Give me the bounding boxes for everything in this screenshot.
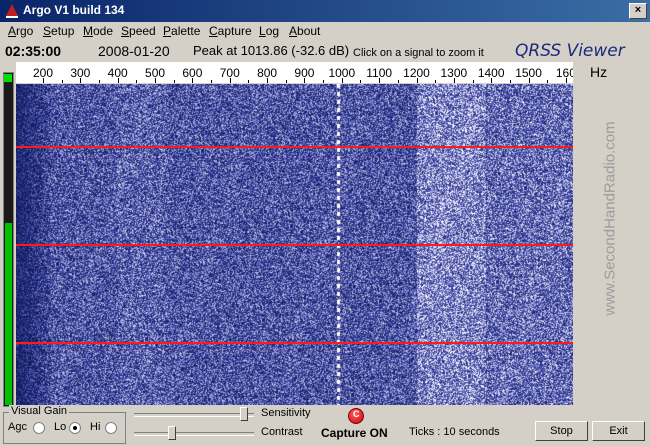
ruler-minor-tick [61, 80, 63, 83]
menu-item-accel: M [83, 24, 93, 38]
contrast-label: Contrast [261, 426, 303, 438]
marker-line [16, 244, 573, 246]
menu-item[interactable]: Setup [43, 24, 74, 38]
menu-item-accel: S [121, 24, 130, 38]
window-title: Argo V1 build 134 [23, 3, 125, 17]
close-button[interactable]: × [629, 3, 647, 19]
peak-readout: Peak at 1013.86 (-32.6 dB) [193, 43, 350, 58]
hi-radio[interactable] [105, 422, 117, 434]
ruler-tick [341, 78, 343, 83]
ruler-minor-tick [211, 80, 213, 83]
capture-indicator[interactable]: C [348, 408, 364, 424]
ruler-tick [117, 78, 119, 83]
ruler-minor-tick [248, 80, 250, 83]
ruler-tick [304, 78, 306, 83]
sensitivity-label: Sensitivity [261, 407, 311, 419]
menu-item-accel: L [259, 24, 266, 38]
ruler-tick [192, 78, 194, 83]
ruler-tick [491, 78, 493, 83]
lo-label: Lo [54, 421, 67, 433]
ruler-tick [155, 78, 157, 83]
ruler-minor-tick [285, 80, 287, 83]
hi-label: Hi [90, 421, 101, 433]
current-time: 02:35:00 [5, 43, 62, 59]
menu-item-label: bout [297, 24, 321, 38]
agc-label: Agc [8, 421, 27, 433]
ruler-tick [453, 78, 455, 83]
menu-item[interactable]: Palette [163, 24, 200, 38]
menu-item-label: og [265, 24, 280, 38]
brand-logo: QRSS Viewer [515, 41, 625, 61]
menu-item-label: ode [93, 24, 114, 38]
ruler-tick [80, 78, 82, 83]
ruler-minor-tick [136, 80, 138, 83]
exit-button[interactable]: Exit [592, 421, 645, 441]
menu-item-accel: P [163, 24, 172, 38]
menu-item-label: apture [217, 24, 252, 38]
menu-item-accel: A [289, 24, 298, 38]
menu-item-accel: A [8, 24, 17, 38]
ruler-minor-tick [360, 80, 362, 83]
menu-item-label: alette [171, 24, 201, 38]
current-date: 2008-01-20 [98, 43, 170, 59]
argo-app-icon [6, 4, 18, 18]
ruler-minor-tick [509, 80, 511, 83]
capture-status: Capture ON [321, 426, 388, 440]
menu-item[interactable]: Log [259, 24, 279, 38]
ruler-tick [229, 78, 231, 83]
menu-item-accel: S [43, 24, 52, 38]
contrast-slider-track[interactable] [134, 432, 254, 436]
menu-item[interactable]: Argo [8, 24, 33, 38]
ruler-tick [528, 78, 530, 83]
frequency-ruler[interactable]: 200 300 400 500 600 700 800 900 1000 1100 1200 1300… [16, 62, 573, 83]
ruler-tick [565, 78, 567, 83]
level-meter-fill [5, 223, 12, 405]
capture-led-label: C [353, 409, 360, 419]
menu-item[interactable]: Mode [83, 24, 113, 38]
sensitivity-slider-thumb[interactable] [240, 407, 249, 421]
ruler-tick [379, 78, 381, 83]
contrast-slider-thumb[interactable] [167, 426, 176, 440]
sensitivity-slider-track[interactable] [134, 413, 254, 417]
ruler-minor-tick [99, 80, 101, 83]
menu-item[interactable]: Speed [121, 24, 156, 38]
ruler-minor-tick [435, 80, 437, 83]
ruler-minor-tick [397, 80, 399, 83]
ticks-interval: Ticks : 10 seconds [409, 426, 500, 438]
menu-item-label: peed [129, 24, 156, 38]
ruler-tick [43, 78, 44, 83]
ruler-minor-tick [173, 80, 175, 83]
waterfall-display[interactable] [16, 84, 573, 405]
menu-bar: Argo Setup Mode Speed Palette Capture Log About [0, 22, 650, 41]
info-row: 02:35:00 2008-01-20 Peak at 1013.86 (-32… [0, 41, 650, 61]
ruler-minor-tick [472, 80, 474, 83]
ruler-minor-tick [547, 80, 549, 83]
ruler-tick-label: 160 [555, 66, 573, 80]
zoom-hint: Click on a signal to zoom it [353, 47, 484, 59]
level-meter [3, 72, 14, 407]
menu-item[interactable]: About [289, 24, 320, 38]
frequency-unit: Hz [590, 64, 608, 80]
argo-window: Argo V1 build 134 × Argo Setup Mode Speed Pa… [0, 0, 650, 446]
marker-line [16, 146, 573, 148]
level-meter-top-led [4, 74, 12, 82]
ruler-tick [416, 78, 418, 83]
menu-item-accel: C [209, 24, 218, 38]
menu-item-label: etup [51, 24, 75, 38]
stop-button[interactable]: Stop [535, 421, 588, 441]
marker-line [16, 342, 573, 344]
agc-radio[interactable] [33, 422, 45, 434]
lo-radio[interactable] [69, 422, 81, 434]
visual-gain-legend: Visual Gain [9, 405, 70, 417]
title-bar[interactable]: Argo V1 build 134 × [0, 0, 650, 22]
menu-item[interactable]: Capture [209, 24, 252, 38]
ruler-tick [267, 78, 269, 83]
menu-item-label: rgo [16, 24, 34, 38]
ruler-minor-tick [323, 80, 325, 83]
website-watermark: www.SecondHandRadio.com [600, 100, 622, 340]
watermark-text: www.SecondHandRadio.com [601, 121, 619, 316]
